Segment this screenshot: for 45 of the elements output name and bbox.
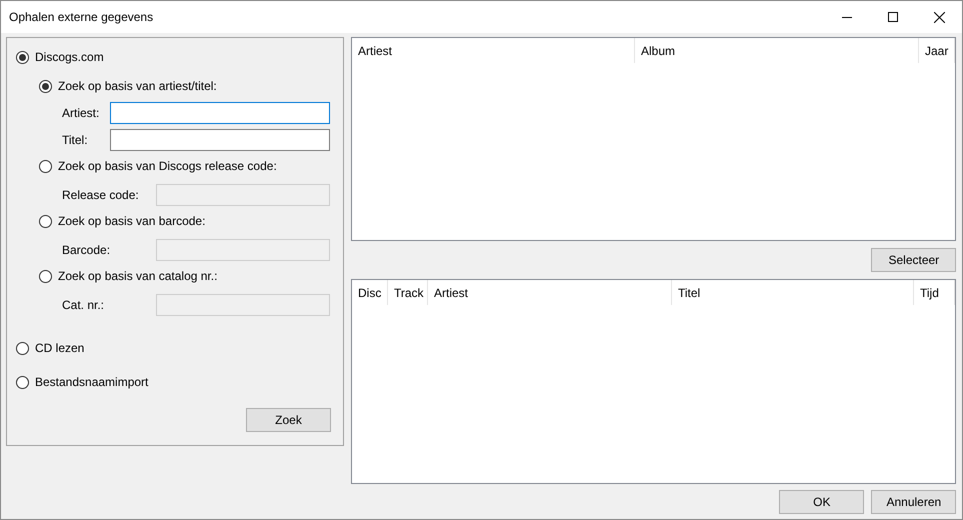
column-header[interactable]: Track: [388, 280, 428, 305]
radio-option[interactable]: Zoek op basis van Discogs release code:: [39, 156, 343, 176]
field-label: Release code:: [62, 187, 140, 204]
field-label: Titel:: [62, 132, 89, 149]
option-label: Zoek op basis van catalog nr.:: [58, 268, 218, 285]
text-field[interactable]: [110, 102, 330, 124]
window-title: Ophalen externe gegevens: [8, 9, 154, 26]
text-field[interactable]: [110, 129, 330, 151]
option-label: Zoek op basis van Discogs release code:: [58, 158, 277, 175]
column-header[interactable]: Artiest: [352, 38, 635, 63]
radio-button[interactable]: [39, 214, 52, 228]
column-header[interactable]: Jaar: [919, 38, 956, 63]
option-label: CD lezen: [35, 340, 84, 357]
radio-option[interactable]: Bestandsnaamimport: [16, 372, 343, 392]
option-label: Zoek op basis van artiest/titel:: [58, 78, 217, 95]
radio-button[interactable]: [16, 50, 29, 64]
column-header[interactable]: Artiest: [428, 280, 672, 305]
radio-option[interactable]: Zoek op basis van barcode:: [39, 211, 343, 231]
radio-button[interactable]: [39, 270, 52, 282]
maximize-icon: [888, 12, 898, 22]
option-label: Zoek op basis van barcode:: [58, 213, 206, 230]
dialog-button[interactable]: OK: [779, 490, 864, 514]
radio-option[interactable]: Zoek op basis van artiest/titel:: [39, 76, 343, 96]
search-button[interactable]: Zoek: [246, 408, 331, 432]
list-view[interactable]: Disc Track Artiest Titel Tijd: [351, 279, 956, 484]
column-header[interactable]: Disc: [352, 280, 388, 305]
radio-button[interactable]: [39, 160, 52, 172]
list-view[interactable]: Artiest Album Jaar: [351, 37, 956, 241]
radio-button[interactable]: [16, 342, 29, 354]
field-label: Artiest:: [62, 105, 100, 122]
field-label: Cat. nr.:: [62, 297, 106, 314]
radio-button[interactable]: [16, 376, 29, 388]
column-header[interactable]: Titel: [672, 280, 914, 305]
option-label: Bestandsnaamimport: [35, 374, 148, 391]
select-button[interactable]: Selecteer: [871, 248, 956, 272]
column-header[interactable]: Tijd: [914, 280, 956, 305]
radio-option[interactable]: CD lezen: [16, 338, 343, 358]
column-header[interactable]: Album: [635, 38, 919, 63]
radio-option[interactable]: Zoek op basis van catalog nr.:: [39, 266, 343, 286]
radio-button[interactable]: [39, 80, 52, 92]
option-label: Discogs.com: [35, 49, 104, 66]
radio-option[interactable]: Discogs.com: [16, 47, 343, 67]
dialog-button[interactable]: Annuleren: [871, 490, 956, 514]
close-icon: [934, 12, 944, 22]
field-label: Barcode:: [62, 242, 112, 259]
